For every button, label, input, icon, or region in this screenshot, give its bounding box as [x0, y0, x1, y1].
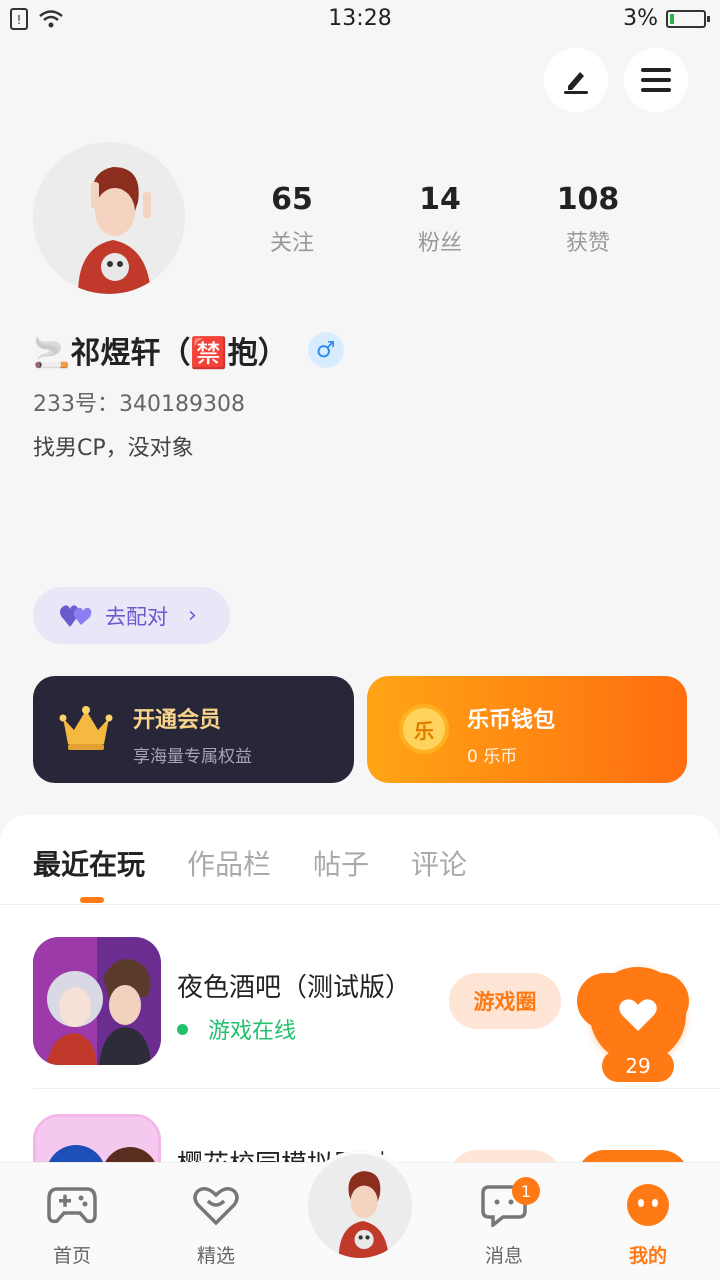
divider: [0, 904, 720, 905]
vip-title: 开通会员: [133, 708, 222, 733]
user-bio: 找男CP，没对象: [33, 436, 194, 461]
double-heart-icon: [60, 604, 92, 627]
game-status-label: 游戏在线: [208, 1019, 297, 1044]
status-bar: ! 13:28 3%: [0, 0, 720, 40]
pen-icon: [564, 72, 588, 94]
face-icon: [627, 1184, 669, 1226]
stat-likes[interactable]: 108 获赞: [528, 182, 648, 257]
tab-works[interactable]: 作品栏: [187, 843, 271, 883]
avatar-image: [33, 142, 185, 294]
gamepad-icon: [47, 1187, 97, 1224]
likes-label: 获赞: [565, 231, 610, 256]
online-dot-icon: [177, 1023, 188, 1035]
following-count: 65: [271, 182, 313, 217]
nav-messages-label: 消息: [484, 1245, 523, 1267]
game-name: 夜色酒吧（测试版）: [177, 973, 412, 1003]
message-badge: 1: [512, 1177, 540, 1205]
tab-indicator: [80, 897, 104, 903]
nav-featured[interactable]: 精选: [166, 1183, 266, 1268]
wallet-subtitle: 0 乐币: [467, 747, 518, 767]
menu-button[interactable]: [624, 48, 688, 112]
user-id[interactable]: 233号：340189308: [33, 386, 245, 418]
vip-card[interactable]: 开通会员 享海量专属权益: [33, 676, 354, 783]
vip-subtitle: 享海量专属权益: [133, 747, 252, 767]
game-status: 游戏在线: [177, 1013, 296, 1045]
hamburger-icon: [641, 68, 671, 92]
status-time: 13:28: [328, 6, 392, 31]
game-circle-button[interactable]: 游戏圈: [449, 973, 561, 1029]
divider: [33, 1088, 720, 1089]
battery-icon: [666, 10, 710, 28]
fans-label: 粉丝: [417, 231, 462, 256]
name-row: 🚬祁煜轩（🈲抱） ♂: [33, 328, 344, 372]
nav-mine-label: 我的: [628, 1245, 667, 1267]
likes-count: 108: [556, 182, 620, 217]
like-button[interactable]: [590, 967, 686, 1063]
tab-comments[interactable]: 评论: [411, 843, 467, 883]
nav-home[interactable]: 首页: [22, 1183, 122, 1268]
wallet-card[interactable]: 乐 乐币钱包 0 乐币: [367, 676, 687, 783]
following-label: 关注: [269, 231, 314, 256]
tab-posts[interactable]: 帖子: [313, 843, 369, 883]
battery-percent: 3%: [623, 6, 658, 31]
tab-bar: 最近在玩 作品栏 帖子 评论: [33, 843, 509, 883]
male-gender-icon: ♂: [307, 332, 344, 368]
edit-profile-button[interactable]: [544, 48, 608, 112]
heart-icon: [619, 999, 657, 1031]
stat-following[interactable]: 65 关注: [232, 182, 352, 257]
crown-icon: [59, 706, 113, 750]
user-name: 🚬祁煜轩（🈲抱）: [33, 336, 288, 371]
chevron-right-icon: ›: [188, 603, 197, 628]
nav-center-avatar[interactable]: [304, 1150, 416, 1262]
nav-messages[interactable]: 1 消息: [454, 1177, 554, 1268]
nav-featured-label: 精选: [196, 1245, 235, 1267]
nav-home-label: 首页: [52, 1245, 91, 1267]
like-count: 29: [602, 1050, 674, 1082]
game-icon: [33, 937, 161, 1065]
match-button[interactable]: 去配对 ›: [33, 587, 230, 644]
tab-recent[interactable]: 最近在玩: [33, 843, 145, 883]
wallet-title: 乐币钱包: [467, 708, 556, 733]
match-label: 去配对: [105, 604, 168, 629]
nav-mine[interactable]: 我的: [598, 1183, 698, 1268]
avatar[interactable]: [33, 142, 185, 294]
fans-count: 14: [419, 182, 461, 217]
avatar-image: [308, 1154, 412, 1258]
stat-fans[interactable]: 14 粉丝: [380, 182, 500, 257]
coin-icon: 乐: [399, 704, 449, 754]
heart-outline-icon: [193, 1187, 239, 1225]
